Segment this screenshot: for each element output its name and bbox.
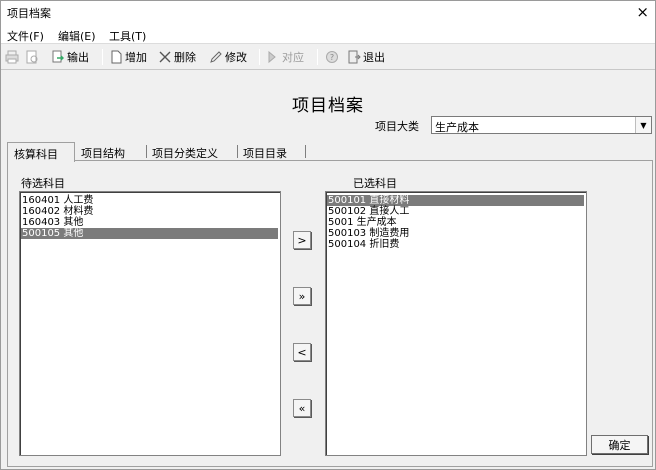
print-button[interactable] xyxy=(5,48,19,66)
confirm-button[interactable]: 确定 xyxy=(591,435,648,454)
list-item[interactable]: 500103 制造费用 xyxy=(327,228,584,239)
tab-accounting-subjects[interactable]: 核算科目 xyxy=(7,142,75,162)
cross-icon xyxy=(159,51,171,63)
delete-button[interactable]: 删除 xyxy=(158,48,196,66)
svg-text:?: ? xyxy=(330,53,334,62)
window-title: 项目档案 xyxy=(7,7,51,20)
tab-divider xyxy=(305,145,306,158)
remove-all-button[interactable]: « xyxy=(293,399,311,417)
tab-project-structure[interactable]: 项目结构 xyxy=(75,142,147,161)
category-select[interactable]: 生产成本 ▼ xyxy=(431,116,652,134)
list-item[interactable]: 160401 人工费 xyxy=(21,195,278,206)
tab-label: 核算科目 xyxy=(14,148,58,161)
menu-tools[interactable]: 工具(T) xyxy=(109,28,146,44)
list-item[interactable]: 5001 生产成本 xyxy=(327,217,584,228)
title-bar: 项目档案 × xyxy=(1,1,655,25)
output-button[interactable]: 输出 xyxy=(51,48,89,66)
list-item[interactable]: 160403 其他 xyxy=(21,217,278,228)
project-archive-window: 项目档案 × 文件(F) 编辑(E) 工具(T) 输出 增加 删除 修改 对应 … xyxy=(0,0,656,470)
printer-icon xyxy=(5,50,19,64)
page-title: 项目档案 xyxy=(292,96,364,116)
add-all-button[interactable]: » xyxy=(293,287,311,305)
list-item[interactable]: 500101 直接材料 xyxy=(327,195,584,206)
edit-icon xyxy=(210,51,222,63)
category-value: 生产成本 xyxy=(435,121,479,134)
match-label: 对应 xyxy=(282,51,304,64)
tab-project-catalog[interactable]: 项目目录 xyxy=(237,142,306,161)
tab-label: 项目结构 xyxy=(81,147,125,160)
preview-button[interactable] xyxy=(25,48,39,66)
close-icon[interactable]: × xyxy=(636,3,649,21)
help-icon: ? xyxy=(326,51,338,63)
remove-one-button[interactable]: < xyxy=(293,343,311,361)
toolbar-separator xyxy=(102,49,103,65)
modify-button[interactable]: 修改 xyxy=(209,48,247,66)
tab-label: 项目目录 xyxy=(243,147,287,160)
preview-icon xyxy=(26,50,38,64)
modify-label: 修改 xyxy=(225,51,247,64)
menu-edit[interactable]: 编辑(E) xyxy=(58,28,96,44)
export-icon xyxy=(52,50,64,63)
toolbar: 输出 增加 删除 修改 对应 ? 退出 xyxy=(1,45,655,70)
exit-button[interactable]: 退出 xyxy=(347,48,385,66)
menu-bar: 文件(F) 编辑(E) 工具(T) xyxy=(1,25,655,44)
tab-label: 项目分类定义 xyxy=(152,147,218,160)
list-item[interactable]: 160402 材料费 xyxy=(21,206,278,217)
list-item[interactable]: 500104 折旧费 xyxy=(327,239,584,250)
chevron-down-icon[interactable]: ▼ xyxy=(635,117,651,133)
category-label: 项目大类 xyxy=(375,120,419,133)
toolbar-separator xyxy=(317,49,318,65)
list-item[interactable]: 500102 直接人工 xyxy=(327,206,584,217)
menu-file[interactable]: 文件(F) xyxy=(7,28,44,44)
output-label: 输出 xyxy=(67,51,89,64)
new-document-icon xyxy=(111,50,122,64)
add-button[interactable]: 增加 xyxy=(109,48,147,66)
add-one-button[interactable]: > xyxy=(293,231,311,249)
chosen-label: 已选科目 xyxy=(353,177,397,190)
help-button[interactable]: ? xyxy=(325,48,339,66)
exit-label: 退出 xyxy=(363,51,385,64)
add-label: 增加 xyxy=(125,51,147,64)
chosen-list[interactable]: 500101 直接材料 500102 直接人工 5001 生产成本 500103… xyxy=(325,191,587,456)
list-item[interactable]: 500105 其他 xyxy=(21,228,278,239)
link-icon xyxy=(268,50,276,64)
match-button[interactable]: 对应 xyxy=(266,48,304,66)
tab-project-classification[interactable]: 项目分类定义 xyxy=(146,142,238,161)
delete-label: 删除 xyxy=(174,51,196,64)
candidate-label: 待选科目 xyxy=(21,177,65,190)
toolbar-separator xyxy=(259,49,260,65)
candidate-list[interactable]: 160401 人工费 160402 材料费 160403 其他 500105 其… xyxy=(19,191,281,456)
exit-door-icon xyxy=(348,50,361,64)
